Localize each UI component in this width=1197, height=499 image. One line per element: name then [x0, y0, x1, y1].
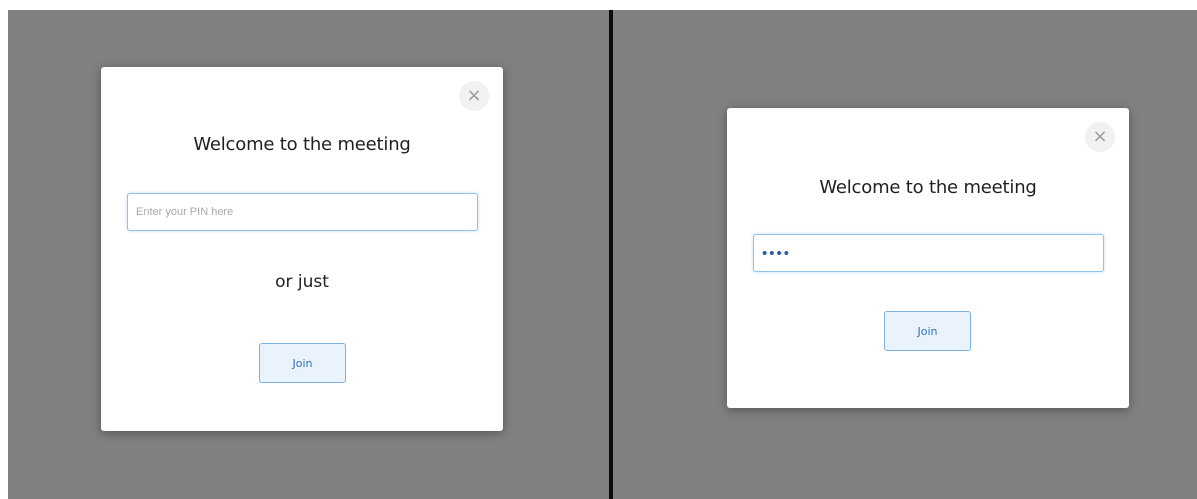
- close-icon[interactable]: ×: [459, 81, 489, 111]
- join-button[interactable]: Join: [259, 343, 346, 383]
- pin-input-filled[interactable]: [753, 234, 1104, 272]
- or-just-text: or just: [275, 272, 329, 292]
- pin-input[interactable]: [127, 193, 478, 231]
- join-button[interactable]: Join: [884, 311, 971, 351]
- close-icon[interactable]: ×: [1085, 122, 1115, 152]
- dialog-title: Welcome to the meeting: [193, 134, 411, 155]
- right-screen-backdrop: × Welcome to the meeting Join: [613, 10, 1197, 499]
- meeting-welcome-dialog-right: × Welcome to the meeting Join: [727, 108, 1129, 408]
- left-screen-backdrop: × Welcome to the meeting or just Join: [8, 10, 609, 499]
- screenshot-canvas: × Welcome to the meeting or just Join × …: [0, 0, 1197, 499]
- dialog-title: Welcome to the meeting: [819, 177, 1037, 198]
- meeting-welcome-dialog-left: × Welcome to the meeting or just Join: [101, 67, 503, 431]
